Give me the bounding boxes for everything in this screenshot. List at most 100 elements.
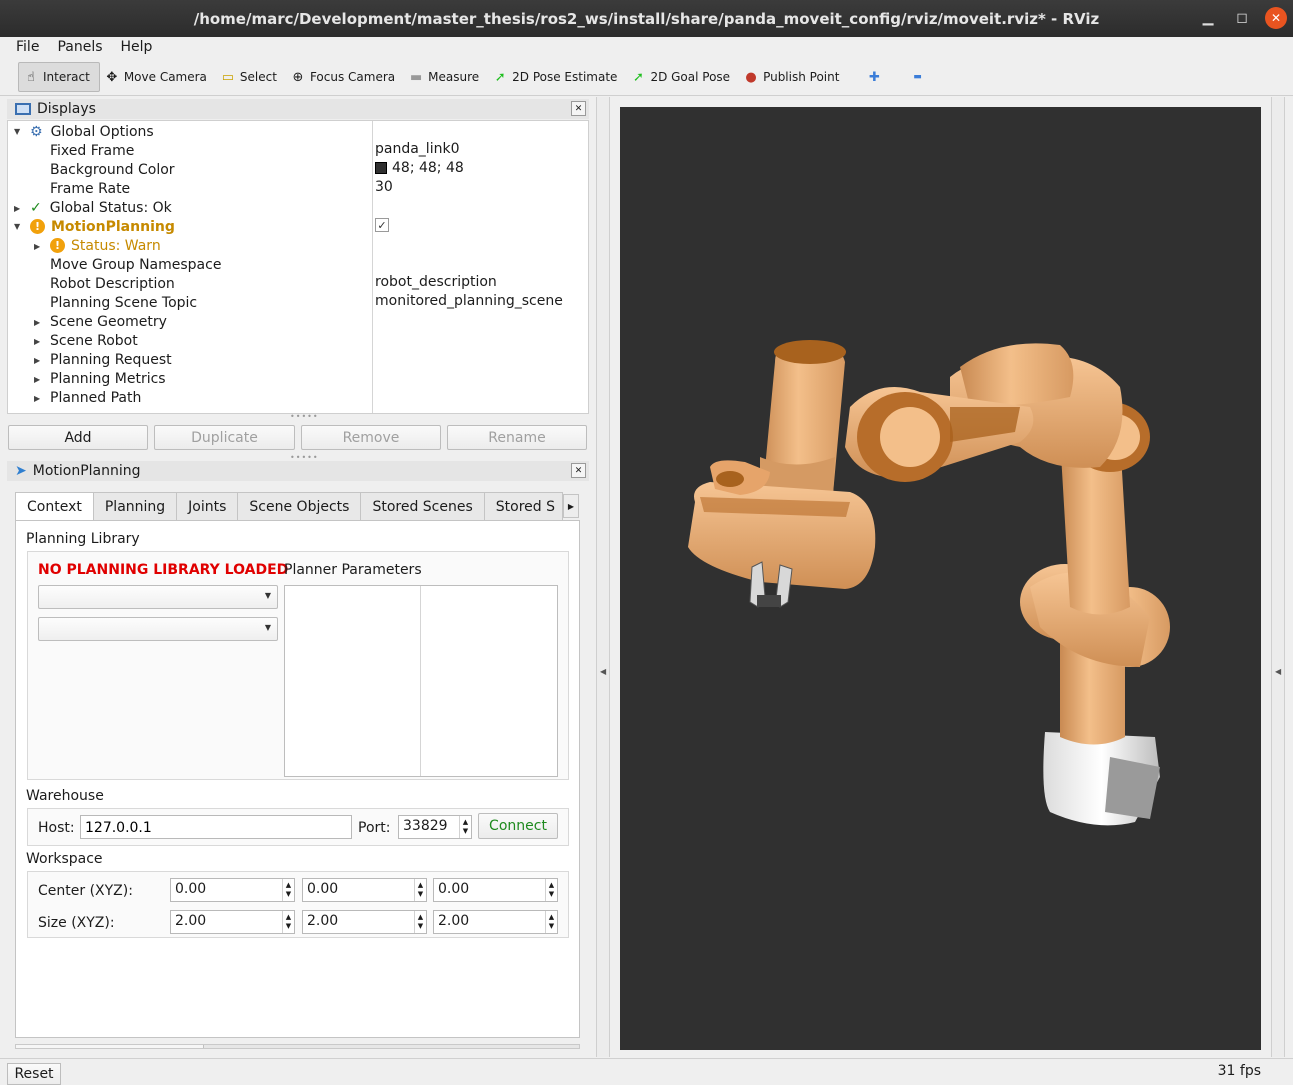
center-z-spinbox[interactable]: 0.00 ▲ ▼ [433, 878, 558, 902]
maximize-icon[interactable]: ◻ [1231, 7, 1253, 29]
connect-button[interactable]: Connect [478, 813, 558, 839]
spin-arrows-icon[interactable]: ▲ ▼ [545, 879, 557, 901]
tab-stored-states[interactable]: Stored S [483, 492, 563, 520]
expand-arrow-icon[interactable]: ▶ [34, 356, 40, 365]
tree-item-scene-geometry[interactable]: Scene Geometry [50, 312, 167, 331]
spin-arrows-icon[interactable]: ▲ ▼ [414, 879, 426, 901]
planner-select[interactable]: ▼ [38, 617, 278, 641]
goal-pose-arrow-icon: ➚ [632, 69, 644, 85]
expand-arrow-icon[interactable]: ▶ [34, 337, 40, 346]
duplicate-display-button[interactable]: Duplicate [154, 425, 295, 450]
rename-display-button[interactable]: Rename [447, 425, 587, 450]
expand-arrow-icon[interactable]: ▶ [34, 242, 40, 251]
tree-item-scene-robot[interactable]: Scene Robot [50, 331, 138, 350]
tree-item-planning-scene-topic[interactable]: Planning Scene Topic [50, 293, 197, 312]
fixed-frame-value[interactable]: panda_link0 [375, 141, 459, 157]
tab-scroll-right-icon[interactable]: ▶ [563, 494, 579, 518]
size-x-spinbox[interactable]: 2.00 ▲ ▼ [170, 910, 295, 934]
expand-arrow-icon[interactable]: ▶ [34, 394, 40, 403]
spin-arrows-icon[interactable]: ▲ ▼ [459, 816, 471, 838]
tool-publish-point[interactable]: ● Publish Point [739, 62, 848, 92]
expand-arrow-icon[interactable]: ▶ [34, 375, 40, 384]
reset-button[interactable]: Reset [7, 1063, 61, 1085]
menu-file[interactable]: File [0, 37, 47, 59]
tree-item-label: Robot Description [50, 275, 175, 292]
planner-library-select[interactable]: ▼ [38, 585, 278, 609]
tool-interact[interactable]: ☝ Interact [18, 62, 100, 92]
horizontal-scrollbar[interactable] [15, 1044, 580, 1049]
menu-panels[interactable]: Panels [47, 37, 110, 59]
robot-description-value[interactable]: robot_description [375, 274, 497, 290]
expand-arrow-icon[interactable]: ▶ [34, 318, 40, 327]
tree-item-frame-rate[interactable]: Frame Rate [50, 179, 130, 198]
tool-measure[interactable]: ▬ Measure [404, 62, 488, 92]
center-xyz-label: Center (XYZ): [38, 883, 133, 899]
tree-item-planning-request[interactable]: Planning Request [50, 350, 172, 369]
scrollbar-thumb[interactable] [16, 1045, 204, 1048]
spin-arrows-icon[interactable]: ▲ ▼ [545, 911, 557, 933]
tab-context[interactable]: Context [15, 492, 94, 521]
tree-item-label: Planning Scene Topic [50, 294, 198, 311]
window-title: /home/marc/Development/master_thesis/ros… [193, 9, 1100, 28]
menu-help[interactable]: Help [111, 37, 161, 59]
close-icon[interactable]: ✕ [571, 101, 586, 116]
right-dock-collapse-strip[interactable]: ◀ [1271, 97, 1285, 1057]
splitter-handle[interactable]: ••••• [290, 412, 319, 421]
tab-joints[interactable]: Joints [176, 492, 239, 520]
tool-focus-camera[interactable]: ⊕ Focus Camera [286, 62, 404, 92]
tool-label: 2D Pose Estimate [512, 70, 618, 84]
tree-item-label: Scene Robot [50, 332, 138, 349]
frame-rate-value[interactable]: 30 [375, 179, 393, 195]
tree-item-move-group-namespace[interactable]: Move Group Namespace [50, 255, 221, 274]
expand-arrow-icon[interactable]: ▶ [14, 204, 20, 213]
spin-arrows-icon[interactable]: ▲ ▼ [414, 911, 426, 933]
tab-scene-objects[interactable]: Scene Objects [237, 492, 362, 520]
add-tool-button[interactable]: ✚ [862, 62, 891, 92]
tool-2d-pose-estimate[interactable]: ➚ 2D Pose Estimate [488, 62, 626, 92]
tool-move-camera[interactable]: ✥ Move Camera [100, 62, 216, 92]
chevron-down-icon: ▼ [264, 623, 271, 632]
close-icon[interactable]: ✕ [571, 463, 586, 478]
port-spinbox[interactable]: 33829 ▲ ▼ [398, 815, 472, 839]
planning-scene-topic-value[interactable]: monitored_planning_scene [375, 293, 563, 309]
remove-display-button[interactable]: Remove [301, 425, 441, 450]
3d-render-viewport[interactable] [620, 107, 1261, 1050]
warehouse-label: Warehouse [26, 788, 104, 804]
size-y-spinbox[interactable]: 2.00 ▲ ▼ [302, 910, 427, 934]
collapse-arrow-icon[interactable]: ▼ [14, 127, 20, 136]
tab-stored-scenes[interactable]: Stored Scenes [360, 492, 485, 520]
center-x-spinbox[interactable]: 0.00 ▲ ▼ [170, 878, 295, 902]
center-y-spinbox[interactable]: 0.00 ▲ ▼ [302, 878, 427, 902]
warehouse-group: Host: Port: 33829 ▲▼ Connect [27, 808, 569, 846]
tree-item-fixed-frame[interactable]: Fixed Frame [50, 141, 134, 160]
close-icon[interactable]: ✕ [1265, 7, 1287, 29]
tree-item-robot-description[interactable]: Robot Description [50, 274, 175, 293]
background-color-value[interactable]: 48; 48; 48 [375, 160, 464, 176]
host-input[interactable] [80, 815, 352, 839]
tree-item-status-warn[interactable]: ! Status: Warn [50, 236, 161, 255]
size-y-value: 2.00 [307, 913, 339, 929]
fps-readout: 31 fps [1217, 1063, 1261, 1079]
spin-arrows-icon[interactable]: ▲ ▼ [282, 911, 294, 933]
tree-item-motion-planning[interactable]: ! MotionPlanning [30, 217, 175, 236]
minimize-icon[interactable]: ▁ [1197, 7, 1219, 29]
size-z-spinbox[interactable]: 2.00 ▲ ▼ [433, 910, 558, 934]
tree-item-background-color[interactable]: Background Color [50, 160, 175, 179]
add-display-button[interactable]: Add [8, 425, 148, 450]
tool-2d-goal-pose[interactable]: ➚ 2D Goal Pose [626, 62, 739, 92]
left-dock-collapse-strip[interactable]: ◀ [596, 97, 610, 1057]
remove-tool-button[interactable]: ▬ [905, 62, 934, 92]
tree-item-global-options[interactable]: ⚙ Global Options [30, 122, 154, 141]
tab-planning[interactable]: Planning [92, 492, 178, 520]
tool-label: Move Camera [123, 70, 207, 84]
tree-item-planned-path[interactable]: Planned Path [50, 388, 141, 407]
motion-planning-enabled-checkbox[interactable]: ✓ [375, 218, 389, 232]
color-swatch [375, 162, 387, 174]
planner-parameters-table[interactable] [284, 585, 558, 777]
tree-item-planning-metrics[interactable]: Planning Metrics [50, 369, 166, 388]
collapse-arrow-icon[interactable]: ▼ [14, 222, 20, 231]
spin-arrows-icon[interactable]: ▲ ▼ [282, 879, 294, 901]
tree-item-global-status[interactable]: ✓ Global Status: Ok [30, 198, 172, 217]
tree-item-label: Planned Path [50, 389, 142, 406]
tool-select[interactable]: ▭ Select [216, 62, 286, 92]
